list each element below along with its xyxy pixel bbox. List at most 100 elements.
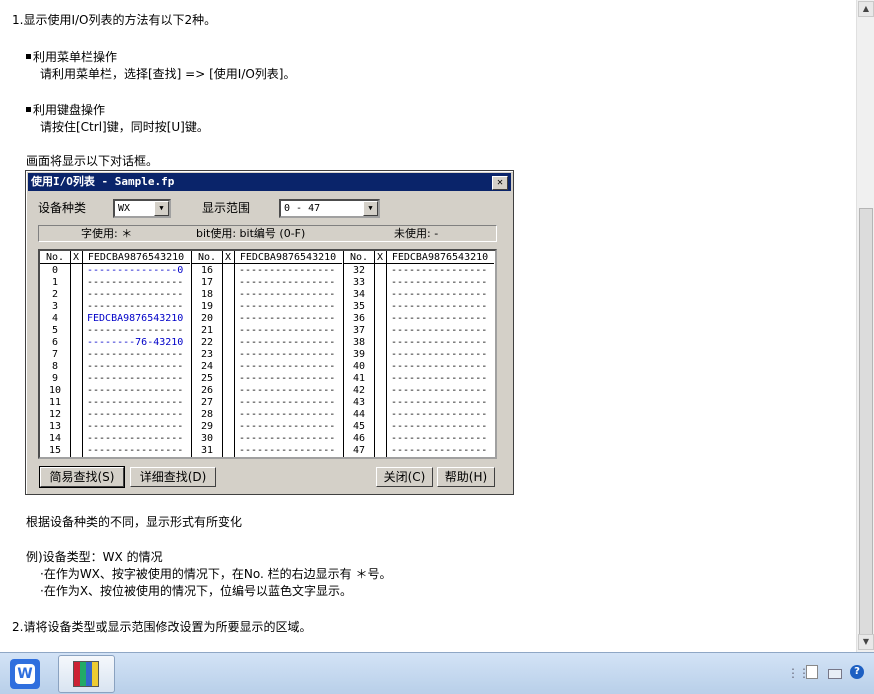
table-row-no[interactable]: 40 (344, 361, 374, 373)
table-row-bits[interactable]: ---------------- (87, 289, 183, 301)
table-row-no[interactable]: 15 (40, 445, 70, 457)
io-usage-table[interactable]: No. X FEDCBA9876543210 0 ---------------0 1 --… (38, 249, 497, 459)
table-row-no[interactable]: 34 (344, 289, 374, 301)
tray-document-icon[interactable] (806, 665, 818, 679)
chevron-down-icon[interactable]: ▼ (154, 201, 169, 216)
table-row-bits[interactable]: ---------------0 (87, 265, 183, 277)
table-row-bits[interactable]: ---------------- (87, 349, 183, 361)
table-row-no[interactable]: 36 (344, 313, 374, 325)
table-row-no[interactable]: 11 (40, 397, 70, 409)
table-row-bits[interactable]: ---------------- (239, 349, 335, 361)
table-row-no[interactable]: 31 (192, 445, 222, 457)
table-row-no[interactable]: 28 (192, 409, 222, 421)
table-row-bits[interactable]: ---------------- (391, 313, 487, 325)
table-row-bits[interactable]: ---------------- (239, 373, 335, 385)
table-row-bits[interactable]: ---------------- (87, 301, 183, 313)
table-row-no[interactable]: 13 (40, 421, 70, 433)
table-row-bits[interactable]: ---------------- (87, 277, 183, 289)
table-row-bits[interactable]: ---------------- (87, 421, 183, 433)
table-row-bits[interactable]: ---------------- (391, 409, 487, 421)
dialog-title-bar[interactable]: 使用I/O列表 - Sample.fp ✕ (28, 173, 511, 191)
table-row-no[interactable]: 27 (192, 397, 222, 409)
table-row-no[interactable]: 12 (40, 409, 70, 421)
table-row-bits[interactable]: ---------------- (87, 445, 183, 457)
table-row-no[interactable]: 46 (344, 433, 374, 445)
table-row-bits[interactable]: FEDCBA9876543210 (87, 313, 183, 325)
table-row-bits[interactable]: ---------------- (391, 349, 487, 361)
simple-search-button[interactable]: 简易查找(S) (39, 466, 125, 488)
table-row-bits[interactable]: ---------------- (87, 385, 183, 397)
table-row-no[interactable]: 45 (344, 421, 374, 433)
table-row-no[interactable]: 26 (192, 385, 222, 397)
table-row-no[interactable]: 17 (192, 277, 222, 289)
table-row-bits[interactable]: ---------------- (239, 385, 335, 397)
scroll-down-icon[interactable]: ▼ (858, 634, 874, 650)
table-row-bits[interactable]: ---------------- (87, 373, 183, 385)
table-row-bits[interactable]: ---------------- (391, 265, 487, 277)
table-row-bits[interactable]: ---------------- (87, 409, 183, 421)
table-row-no[interactable]: 39 (344, 349, 374, 361)
table-row-no[interactable]: 43 (344, 397, 374, 409)
table-row-no[interactable]: 37 (344, 325, 374, 337)
table-row-bits[interactable]: ---------------- (239, 433, 335, 445)
table-row-bits[interactable]: ---------------- (391, 289, 487, 301)
table-row-no[interactable]: 25 (192, 373, 222, 385)
table-row-no[interactable]: 8 (40, 361, 70, 373)
tray-keyboard-icon[interactable] (828, 669, 842, 679)
device-type-select[interactable]: WX ▼ (113, 199, 171, 218)
table-row-bits[interactable]: ---------------- (239, 409, 335, 421)
table-row-bits[interactable]: ---------------- (391, 421, 487, 433)
table-row-bits[interactable]: --------76-43210 (87, 337, 183, 349)
table-row-bits[interactable]: ---------------- (391, 385, 487, 397)
table-row-bits[interactable]: ---------------- (239, 289, 335, 301)
table-row-no[interactable]: 23 (192, 349, 222, 361)
table-row-bits[interactable]: ---------------- (239, 361, 335, 373)
table-row-bits[interactable]: ---------------- (239, 421, 335, 433)
table-row-no[interactable]: 35 (344, 301, 374, 313)
table-row-bits[interactable]: ---------------- (391, 337, 487, 349)
table-row-bits[interactable]: ---------------- (391, 361, 487, 373)
table-row-no[interactable]: 3 (40, 301, 70, 313)
table-row-no[interactable]: 14 (40, 433, 70, 445)
table-row-no[interactable]: 30 (192, 433, 222, 445)
table-row-no[interactable]: 20 (192, 313, 222, 325)
table-row-no[interactable]: 19 (192, 301, 222, 313)
vertical-scrollbar[interactable]: ▲ ▼ (856, 0, 874, 652)
table-row-bits[interactable]: ---------------- (391, 301, 487, 313)
table-row-bits[interactable]: ---------------- (239, 265, 335, 277)
scroll-up-icon[interactable]: ▲ (858, 1, 874, 17)
detailed-search-button[interactable]: 详细查找(D) (130, 467, 216, 487)
table-row-bits[interactable]: ---------------- (391, 445, 487, 457)
table-row-no[interactable]: 16 (192, 265, 222, 277)
table-row-bits[interactable]: ---------------- (87, 361, 183, 373)
table-row-no[interactable]: 6 (40, 337, 70, 349)
table-row-bits[interactable]: ---------------- (87, 325, 183, 337)
table-row-no[interactable]: 9 (40, 373, 70, 385)
table-row-bits[interactable]: ---------------- (391, 373, 487, 385)
taskbar-help-window-button[interactable] (58, 655, 115, 693)
table-row-no[interactable]: 10 (40, 385, 70, 397)
help-button[interactable]: 帮助(H) (437, 467, 495, 487)
table-row-no[interactable]: 32 (344, 265, 374, 277)
table-row-bits[interactable]: ---------------- (239, 337, 335, 349)
scrollbar-thumb[interactable] (859, 208, 873, 646)
close-icon[interactable]: ✕ (492, 176, 508, 190)
table-row-no[interactable]: 42 (344, 385, 374, 397)
display-range-select[interactable]: 0 - 47 ▼ (279, 199, 380, 218)
table-row-no[interactable]: 33 (344, 277, 374, 289)
table-row-bits[interactable]: ---------------- (391, 325, 487, 337)
table-row-no[interactable]: 44 (344, 409, 374, 421)
chevron-down-icon[interactable]: ▼ (363, 201, 378, 216)
table-row-no[interactable]: 1 (40, 277, 70, 289)
table-row-no[interactable]: 2 (40, 289, 70, 301)
close-button[interactable]: 关闭(C) (376, 467, 433, 487)
table-row-bits[interactable]: ---------------- (87, 433, 183, 445)
table-row-no[interactable]: 38 (344, 337, 374, 349)
table-row-no[interactable]: 4 (40, 313, 70, 325)
wps-app-icon[interactable]: W (10, 659, 40, 689)
table-row-bits[interactable]: ---------------- (239, 445, 335, 457)
table-row-bits[interactable]: ---------------- (239, 397, 335, 409)
table-row-no[interactable]: 41 (344, 373, 374, 385)
table-row-no[interactable]: 22 (192, 337, 222, 349)
table-row-bits[interactable]: ---------------- (391, 433, 487, 445)
